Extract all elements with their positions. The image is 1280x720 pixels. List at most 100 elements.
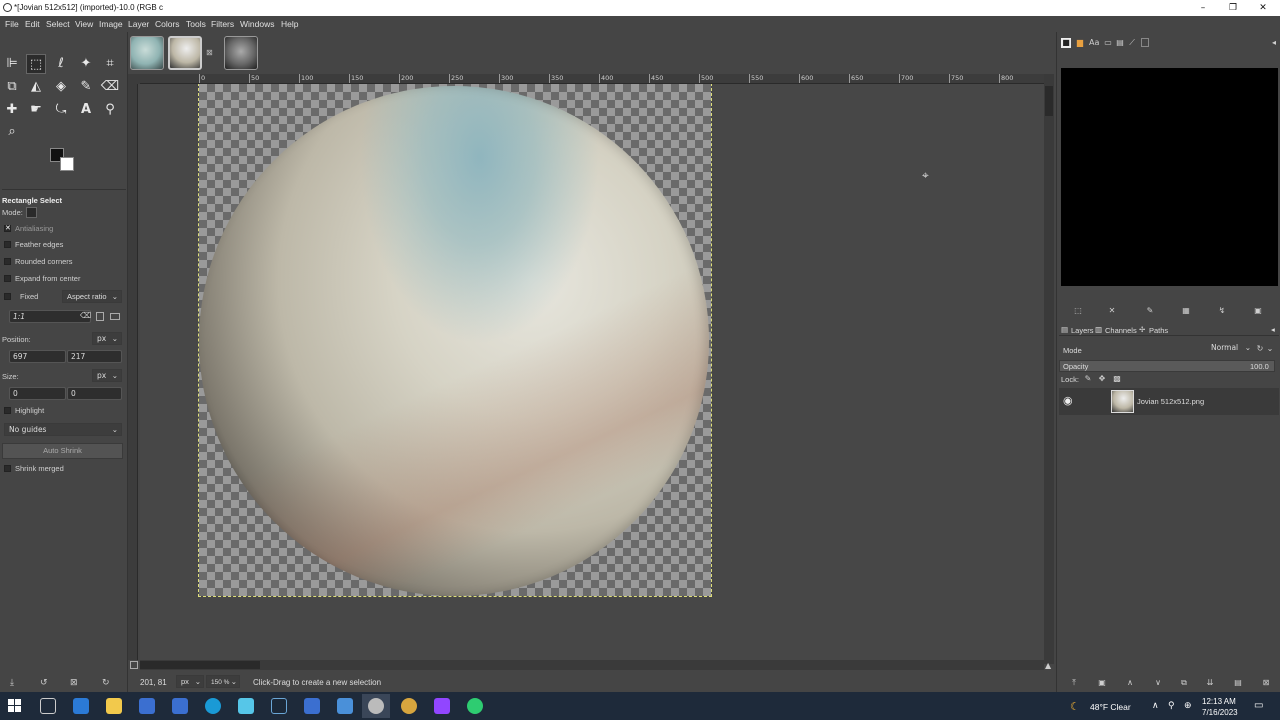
layer-name[interactable]: Jovian 512x512.png bbox=[1137, 397, 1204, 406]
app-icon[interactable] bbox=[304, 698, 320, 714]
tab-layers[interactable]: Layers bbox=[1071, 326, 1094, 335]
menu-help[interactable]: Help bbox=[281, 19, 298, 29]
clear-ratio-icon[interactable]: ⌫ bbox=[80, 311, 91, 320]
twitch-icon[interactable] bbox=[434, 698, 450, 714]
text-tool-icon[interactable]: A bbox=[76, 100, 96, 120]
position-x-field[interactable]: 697 bbox=[9, 350, 66, 363]
menu-image[interactable]: Image bbox=[99, 19, 123, 29]
menu-layer[interactable]: Layer bbox=[128, 19, 149, 29]
reset-options-icon[interactable]: ↻ bbox=[102, 678, 110, 688]
duplicate-icon[interactable]: ▦ bbox=[1181, 306, 1191, 316]
menu-select[interactable]: Select bbox=[46, 19, 70, 29]
new-group-icon[interactable]: ▣ bbox=[1097, 678, 1107, 688]
portrait-icon[interactable] bbox=[96, 312, 104, 321]
lasso-tool-icon[interactable]: ℓ bbox=[51, 54, 71, 74]
lock-alpha-icon[interactable]: ▩ bbox=[1112, 374, 1122, 384]
smudge-tool-icon[interactable]: ☛ bbox=[26, 100, 46, 120]
color-picker-tool-icon[interactable]: ⚲ bbox=[100, 100, 120, 120]
menu-edit[interactable]: Edit bbox=[25, 19, 40, 29]
vertical-scrollbar[interactable] bbox=[1044, 74, 1054, 664]
fixed-checkbox[interactable] bbox=[4, 293, 11, 300]
unit-dropdown[interactable]: px ⌄ bbox=[176, 675, 204, 688]
dock-tab-icon[interactable] bbox=[1141, 38, 1149, 47]
weather-text[interactable]: 48°F Clear bbox=[1090, 702, 1131, 712]
rect-select-tool-icon[interactable]: ⬚ bbox=[26, 54, 46, 74]
raise-layer-icon[interactable]: ∧ bbox=[1125, 678, 1135, 688]
maximize-button[interactable]: ❐ bbox=[1218, 1, 1248, 15]
close-tab-icon[interactable]: ⊠ bbox=[206, 48, 213, 57]
paint-dynamics-tab-icon[interactable]: ⟋ bbox=[1127, 38, 1137, 48]
menu-filters[interactable]: Filters bbox=[211, 19, 234, 29]
file-explorer-icon[interactable] bbox=[106, 698, 122, 714]
landscape-icon[interactable] bbox=[110, 313, 120, 320]
steam-icon[interactable] bbox=[271, 698, 287, 714]
lower-layer-icon[interactable]: ∨ bbox=[1153, 678, 1163, 688]
expand-from-center-checkbox[interactable] bbox=[4, 275, 11, 282]
gimp-icon[interactable] bbox=[368, 698, 384, 714]
merge-layer-icon[interactable]: ⇊ bbox=[1205, 678, 1215, 688]
navigate-icon[interactable]: ▲ bbox=[1045, 661, 1051, 670]
menu-colors[interactable]: Colors bbox=[155, 19, 180, 29]
tab-paths[interactable]: Paths bbox=[1149, 326, 1168, 335]
app-icon[interactable] bbox=[139, 698, 155, 714]
size-height-field[interactable]: 0 bbox=[67, 387, 122, 400]
app-icon[interactable] bbox=[238, 698, 254, 714]
mode-subtract-icon[interactable] bbox=[54, 207, 65, 218]
minimize-button[interactable]: – bbox=[1188, 1, 1218, 15]
task-view-icon[interactable] bbox=[40, 698, 56, 714]
configure-tab-icon[interactable]: ◂ bbox=[1271, 325, 1275, 334]
fixed-type-dropdown[interactable]: Aspect ratio ⌄ bbox=[62, 290, 122, 303]
refresh-icon[interactable]: ↯ bbox=[1217, 306, 1227, 316]
quick-mask-toggle-icon[interactable] bbox=[130, 661, 138, 669]
save-options-icon[interactable]: ⤓ bbox=[10, 678, 14, 688]
background-color-swatch[interactable] bbox=[60, 157, 74, 171]
ratio-field[interactable]: 1:1 bbox=[9, 310, 91, 323]
eye-visibility-icon[interactable]: ◉ bbox=[1063, 394, 1073, 407]
reset-mode-icon[interactable]: ↻ bbox=[1255, 344, 1265, 354]
transform-tool-icon[interactable]: ⧉ bbox=[2, 77, 22, 97]
align-tool-icon[interactable]: ⊫ bbox=[2, 54, 22, 74]
dock-action-icon[interactable]: ⬚ bbox=[1073, 306, 1083, 316]
horizontal-scrollbar[interactable] bbox=[140, 660, 1044, 670]
image-tab-thumbnail[interactable] bbox=[224, 36, 258, 70]
configure-tab-icon[interactable]: ◂ bbox=[1269, 38, 1279, 48]
images-tab-icon[interactable]: ▭ bbox=[1103, 38, 1113, 48]
layer-mode-dropdown[interactable]: Normal ⌄ bbox=[1207, 342, 1253, 355]
rounded-corners-checkbox[interactable] bbox=[4, 258, 11, 265]
delete-options-icon[interactable]: ⊠ bbox=[70, 678, 78, 688]
lock-position-icon[interactable]: ✥ bbox=[1097, 374, 1107, 384]
menu-windows[interactable]: Windows bbox=[240, 19, 274, 29]
selection-mode-buttons[interactable] bbox=[26, 207, 80, 218]
vertical-scrollbar-thumb[interactable] bbox=[1045, 86, 1053, 116]
position-y-field[interactable]: 217 bbox=[67, 350, 122, 363]
calculator-icon[interactable] bbox=[337, 698, 353, 714]
document-history-tab-icon[interactable]: ▤ bbox=[1115, 38, 1125, 48]
crop-tool-icon[interactable]: ⌗ bbox=[100, 54, 120, 74]
open-icon[interactable]: ▣ bbox=[1253, 306, 1263, 316]
dock-action-icon[interactable]: ✕ bbox=[1107, 306, 1117, 316]
clock-time[interactable]: 12:13 AM bbox=[1202, 697, 1236, 706]
menu-view[interactable]: View bbox=[75, 19, 93, 29]
app-icon[interactable] bbox=[172, 698, 188, 714]
heal-tool-icon[interactable]: ✚ bbox=[2, 100, 22, 120]
fonts-tab-icon[interactable]: Aa bbox=[1089, 38, 1099, 48]
network-icon[interactable]: ⊕ bbox=[1184, 700, 1192, 711]
new-layer-icon[interactable]: ⤒ bbox=[1069, 678, 1079, 688]
layer-mask-icon[interactable]: ▤ bbox=[1233, 678, 1243, 688]
chevron-down-icon[interactable]: ⌄ bbox=[1265, 344, 1275, 354]
image-tab-thumbnail-active[interactable] bbox=[168, 36, 202, 70]
auto-shrink-button[interactable]: Auto Shrink bbox=[2, 443, 123, 459]
tray-chevron-icon[interactable]: ∧ bbox=[1152, 700, 1159, 711]
close-button[interactable]: ✕ bbox=[1248, 1, 1278, 15]
app-icon[interactable] bbox=[467, 698, 483, 714]
menu-file[interactable]: File bbox=[5, 19, 19, 29]
brushes-tab-icon[interactable]: ■ bbox=[1061, 38, 1071, 48]
duplicate-layer-icon[interactable]: ⧉ bbox=[1179, 678, 1189, 688]
warp-tool-icon[interactable]: ◭ bbox=[26, 77, 46, 97]
size-unit-dropdown[interactable]: px ⌄ bbox=[92, 369, 122, 382]
shrink-merged-checkbox[interactable] bbox=[4, 465, 11, 472]
position-unit-dropdown[interactable]: px ⌄ bbox=[92, 332, 122, 345]
size-width-field[interactable]: 0 bbox=[9, 387, 66, 400]
patterns-tab-icon[interactable]: ▆ bbox=[1075, 38, 1085, 48]
image-canvas[interactable]: ⌖ bbox=[140, 84, 1044, 660]
